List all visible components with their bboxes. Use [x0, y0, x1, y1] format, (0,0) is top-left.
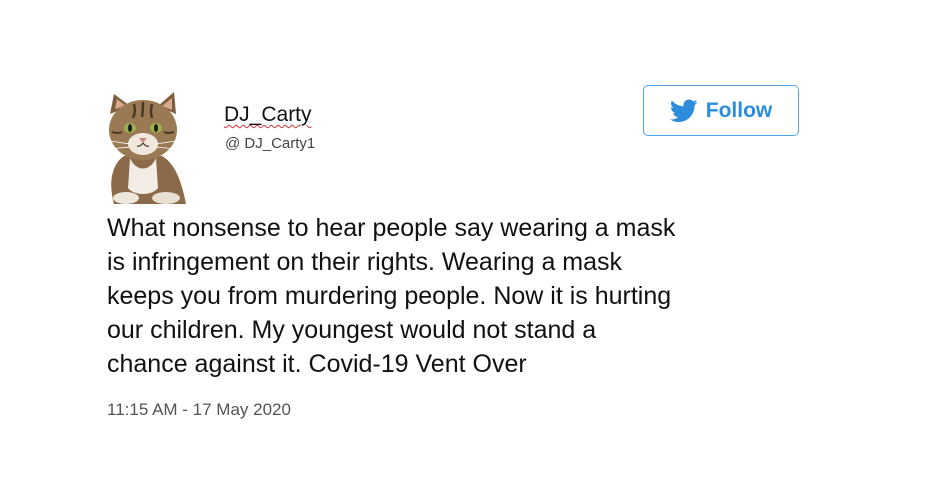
- twitter-bird-icon: [669, 98, 698, 122]
- user-handle[interactable]: @ DJ_Carty1: [225, 135, 315, 152]
- avatar[interactable]: [96, 92, 190, 204]
- follow-button[interactable]: Follow: [643, 85, 799, 136]
- tweet-timestamp[interactable]: 11:15 AM - 17 May 2020: [107, 400, 291, 420]
- display-name[interactable]: DJ_Carty: [224, 103, 312, 127]
- tweet-text: What nonsense to hear people say wearing…: [107, 214, 676, 378]
- follow-label: Follow: [705, 98, 773, 122]
- display-name-text: DJ_Carty: [224, 103, 312, 126]
